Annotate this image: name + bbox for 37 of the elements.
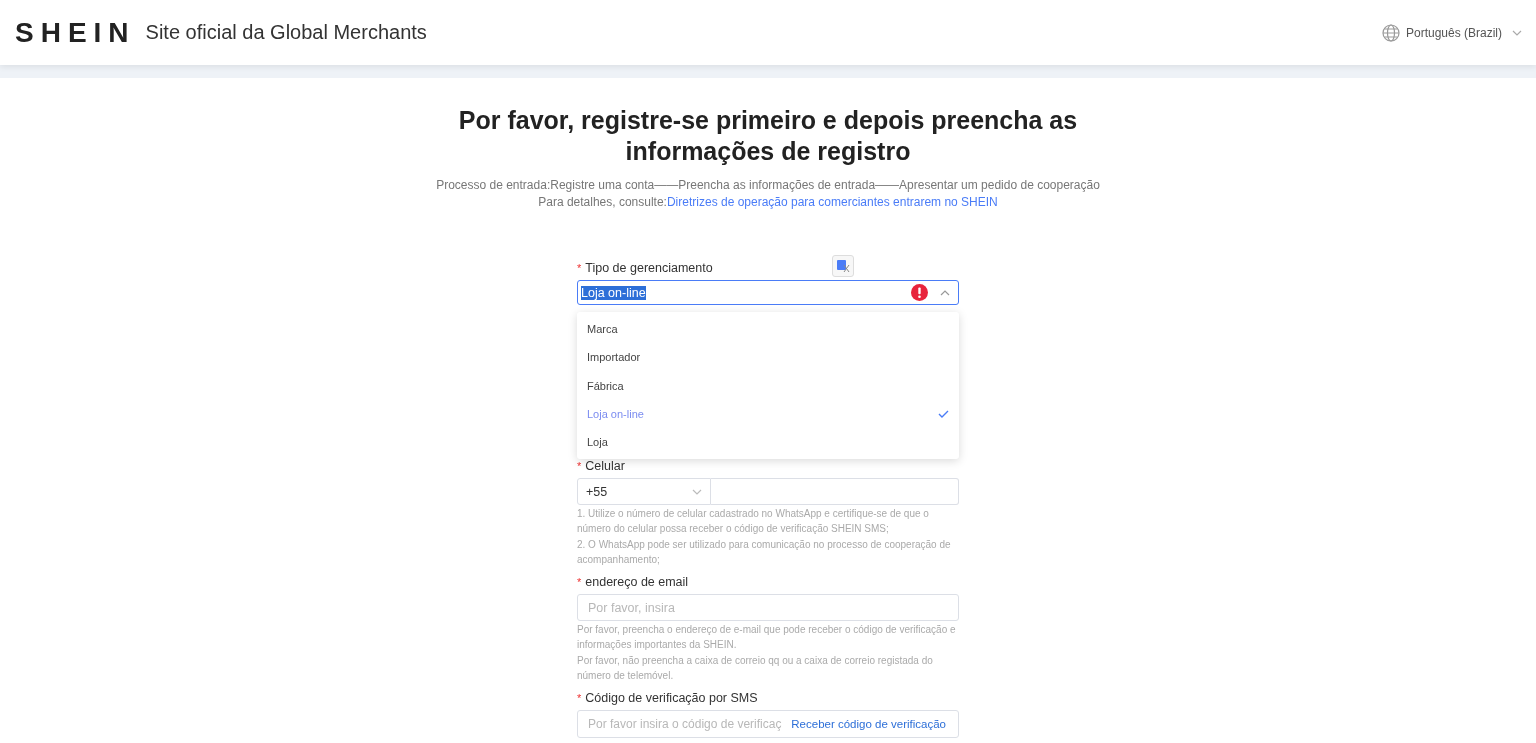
dropdown-option[interactable]: Marca	[577, 315, 959, 344]
check-icon	[938, 410, 949, 419]
chevron-down-icon[interactable]	[1512, 29, 1522, 36]
dropdown-option[interactable]: Importador	[577, 343, 959, 372]
chevron-down-icon[interactable]	[692, 488, 702, 495]
globe-icon	[1381, 23, 1400, 42]
selected-value: Loja on-line	[581, 285, 646, 300]
error-icon	[911, 284, 928, 301]
process-description: Processo de entrada:Registre uma conta——Preencha as informações de entrada——Apresentar um pedido de cooperação	[435, 177, 1101, 194]
guidelines-link[interactable]: Diretrizes de operação para comerciantes entrarem no SHEIN	[666, 195, 998, 209]
chevron-up-icon[interactable]	[940, 289, 950, 296]
dropdown-option[interactable]: Fábrica	[577, 371, 959, 400]
field-hint: Por favor, não preencha a caixa de correio qq ou a caixa de correio registada do número de telemóvel.	[577, 654, 934, 683]
type-select[interactable]: Loja on-line	[577, 280, 959, 305]
translate-icon[interactable]	[832, 255, 854, 277]
details-text: Para detalhes, consulte:	[538, 195, 667, 209]
field-hint: 1. Utilize o número de celular cadastrado no WhatsApp e certifique-se de que o número do celular possa receber o código de verificação SHEIN SMS;	[577, 507, 930, 536]
field-label: Código de verificação por SMS	[585, 691, 758, 705]
required-marker: *	[577, 692, 582, 704]
site-subtitle: Site oficial da Global Merchants	[145, 21, 427, 44]
email-input[interactable]: Por favor, insira	[577, 594, 959, 621]
required-marker: *	[577, 460, 582, 472]
field-hint: 2. O WhatsApp pode ser utilizado para comunicação no processo de cooperação de acompanhamento;	[577, 538, 952, 567]
phone-input[interactable]	[711, 478, 959, 505]
field-hint: Por favor, preencha o endereço de e-mail que pode receber o código de verificação e informações importantes da SHEIN.	[577, 623, 957, 652]
field-label: endereço de email	[585, 575, 689, 589]
country-code-select[interactable]: +55	[577, 478, 711, 505]
language-selector[interactable]: Português (Brazil)	[1405, 25, 1502, 40]
required-marker: *	[577, 576, 582, 588]
dropdown-option[interactable]: Loja	[577, 428, 959, 457]
brand-logo[interactable]: SHEIN	[15, 16, 136, 49]
field-label: Celular	[585, 459, 625, 473]
sms-code-field[interactable]: Por favor insira o código de verificaç Receber código de verificação	[577, 710, 959, 738]
page-title: Por favor, registre-se primeiro e depois preencha as informações de registro	[457, 105, 1079, 167]
get-code-link[interactable]: Receber código de verificação	[791, 718, 946, 730]
field-label: Tipo de gerenciamento	[585, 261, 713, 275]
required-marker: *	[577, 262, 582, 274]
